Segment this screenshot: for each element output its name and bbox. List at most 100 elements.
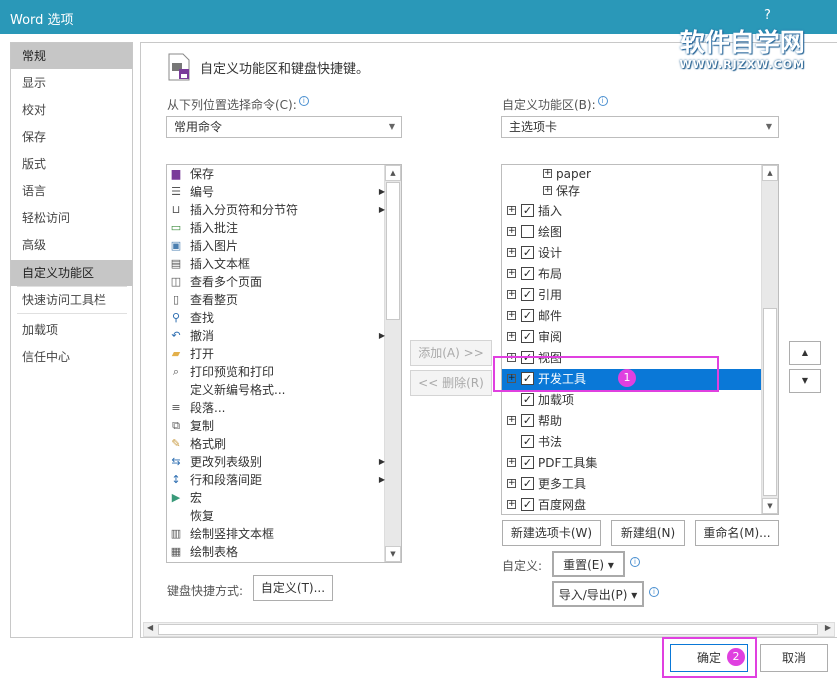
command-item[interactable]: ▆保存 (167, 165, 385, 183)
command-item[interactable]: ▤插入文本框 (167, 255, 385, 273)
command-item[interactable]: ▣插入图片 (167, 237, 385, 255)
checkbox[interactable]: ✓ (521, 456, 534, 469)
command-item[interactable]: ☰编号▶ (167, 183, 385, 201)
ribbon-tab-item[interactable]: ✓书法 (502, 432, 761, 453)
sidebar-item[interactable]: 版式 (11, 151, 132, 177)
expand-icon[interactable]: + (507, 311, 516, 320)
sidebar-item[interactable]: 常规 (11, 43, 132, 69)
command-item[interactable]: ≡段落... (167, 399, 385, 417)
help-button[interactable]: ? (764, 8, 771, 23)
ribbon-scrollbar[interactable]: ▲▼ (761, 165, 778, 514)
new-group-button[interactable]: 新建组(N) (611, 520, 685, 546)
scroll-thumb[interactable] (158, 624, 818, 635)
move-down-button[interactable]: ▼ (789, 369, 821, 393)
choose-commands-dropdown[interactable]: 常用命令▼ (166, 116, 402, 138)
sidebar-item[interactable]: 显示 (11, 70, 132, 96)
sidebar-item[interactable]: 轻松访问 (11, 205, 132, 231)
scroll-down-icon[interactable]: ▼ (385, 546, 401, 562)
command-item[interactable]: 定义新编号格式... (167, 381, 385, 399)
ribbon-tab-item[interactable]: +✓更多工具 (502, 474, 761, 495)
checkbox[interactable]: ✓ (521, 414, 534, 427)
ribbon-tab-item[interactable]: +✓邮件 (502, 306, 761, 327)
command-item[interactable]: ⧉复制 (167, 417, 385, 435)
checkbox[interactable]: ✓ (521, 267, 534, 280)
command-item[interactable]: ↕行和段落间距▶ (167, 471, 385, 489)
expand-icon[interactable]: + (507, 500, 516, 509)
add-button[interactable]: 添加(A) >> (410, 340, 492, 366)
sidebar-item[interactable]: 自定义功能区 (11, 260, 132, 286)
ribbon-tab-item[interactable]: +✓帮助 (502, 411, 761, 432)
expand-icon[interactable]: + (507, 248, 516, 257)
ribbon-tab-item[interactable]: ✓加载项 (502, 390, 761, 411)
checkbox[interactable]: ✓ (521, 330, 534, 343)
scroll-thumb[interactable] (386, 182, 400, 320)
scroll-down-icon[interactable]: ▼ (762, 498, 778, 514)
command-item[interactable]: ▶宏 (167, 489, 385, 507)
command-item[interactable]: ⇆更改列表级别▶ (167, 453, 385, 471)
command-item[interactable]: ↶撤消▶ (167, 327, 385, 345)
sidebar-item[interactable]: 高级 (11, 232, 132, 258)
checkbox[interactable]: ✓ (521, 498, 534, 511)
checkbox[interactable]: ✓ (521, 435, 534, 448)
sidebar-item[interactable]: 加载项 (11, 317, 132, 343)
ribbon-tab-item[interactable]: +绘图 (502, 222, 761, 243)
scroll-left-icon[interactable]: ◀ (147, 623, 153, 632)
sidebar-item[interactable]: 保存 (11, 124, 132, 150)
scroll-right-icon[interactable]: ▶ (825, 623, 831, 632)
expand-icon[interactable]: + (507, 458, 516, 467)
move-up-button[interactable]: ▲ (789, 341, 821, 365)
checkbox[interactable]: ✓ (521, 204, 534, 217)
customize-keyboard-button[interactable]: 自定义(T)... (253, 575, 333, 601)
expand-icon[interactable]: + (507, 332, 516, 341)
horizontal-scrollbar[interactable]: ◀ ▶ (143, 622, 835, 637)
command-item[interactable]: ⊔插入分页符和分节符▶ (167, 201, 385, 219)
command-item[interactable]: ◫查看多个页面 (167, 273, 385, 291)
expand-icon[interactable]: + (507, 206, 516, 215)
commands-scrollbar[interactable]: ▲▼ (384, 165, 401, 562)
ribbon-tab-item[interactable]: +✓审阅 (502, 327, 761, 348)
ribbon-tab-item[interactable]: +✓插入 (502, 201, 761, 222)
sidebar-item[interactable]: 快速访问工具栏 (11, 287, 132, 313)
checkbox[interactable]: ✓ (521, 246, 534, 259)
checkbox[interactable]: ✓ (521, 288, 534, 301)
commands-list[interactable]: ▲▼ ▆保存☰编号▶⊔插入分页符和分节符▶▭插入批注▣插入图片▤插入文本框◫查看… (166, 164, 402, 563)
ribbon-tab-item[interactable]: +保存 (502, 183, 761, 200)
expand-icon[interactable]: + (507, 227, 516, 236)
command-item[interactable]: ✎格式刷 (167, 435, 385, 453)
command-item[interactable]: 恢复 (167, 507, 385, 525)
remove-button[interactable]: << 删除(R) (410, 370, 492, 396)
scroll-up-icon[interactable]: ▲ (762, 165, 778, 181)
sidebar-item[interactable]: 校对 (11, 97, 132, 123)
expand-icon[interactable]: + (507, 290, 516, 299)
command-item[interactable]: ⚲查找 (167, 309, 385, 327)
import-export-dropdown[interactable]: 导入/导出(P) ▾ (552, 581, 644, 607)
ribbon-tab-item[interactable]: +✓布局 (502, 264, 761, 285)
cancel-button[interactable]: 取消 (760, 644, 828, 672)
scroll-up-icon[interactable]: ▲ (385, 165, 401, 181)
command-item[interactable]: ▥绘制竖排文本框 (167, 525, 385, 543)
expand-icon[interactable]: + (543, 169, 552, 178)
checkbox[interactable]: ✓ (521, 477, 534, 490)
command-item[interactable]: ▰打开 (167, 345, 385, 363)
command-item[interactable]: ▯查看整页 (167, 291, 385, 309)
command-item[interactable]: ▦绘制表格 (167, 543, 385, 561)
ribbon-tab-item[interactable]: +✓PDF工具集 (502, 453, 761, 474)
command-item[interactable]: ▭插入批注 (167, 219, 385, 237)
ribbon-tabs-dropdown[interactable]: 主选项卡▼ (501, 116, 779, 138)
sidebar-item[interactable]: 语言 (11, 178, 132, 204)
rename-button[interactable]: 重命名(M)... (695, 520, 779, 546)
checkbox[interactable]: ✓ (521, 393, 534, 406)
expand-icon[interactable]: + (507, 269, 516, 278)
command-item[interactable]: ⌕打印预览和打印 (167, 363, 385, 381)
ribbon-tab-item[interactable]: +✓设计 (502, 243, 761, 264)
checkbox[interactable] (521, 225, 534, 238)
expand-icon[interactable]: + (543, 186, 552, 195)
ribbon-tab-item[interactable]: +✓引用 (502, 285, 761, 306)
ribbon-tab-item[interactable]: +paper (502, 166, 761, 183)
new-tab-button[interactable]: 新建选项卡(W) (502, 520, 601, 546)
expand-icon[interactable]: + (507, 416, 516, 425)
scroll-thumb[interactable] (763, 308, 777, 496)
ribbon-tab-item[interactable]: +✓百度网盘 (502, 495, 761, 515)
reset-dropdown[interactable]: 重置(E) ▾ (552, 551, 625, 577)
sidebar-item[interactable]: 信任中心 (11, 344, 132, 370)
